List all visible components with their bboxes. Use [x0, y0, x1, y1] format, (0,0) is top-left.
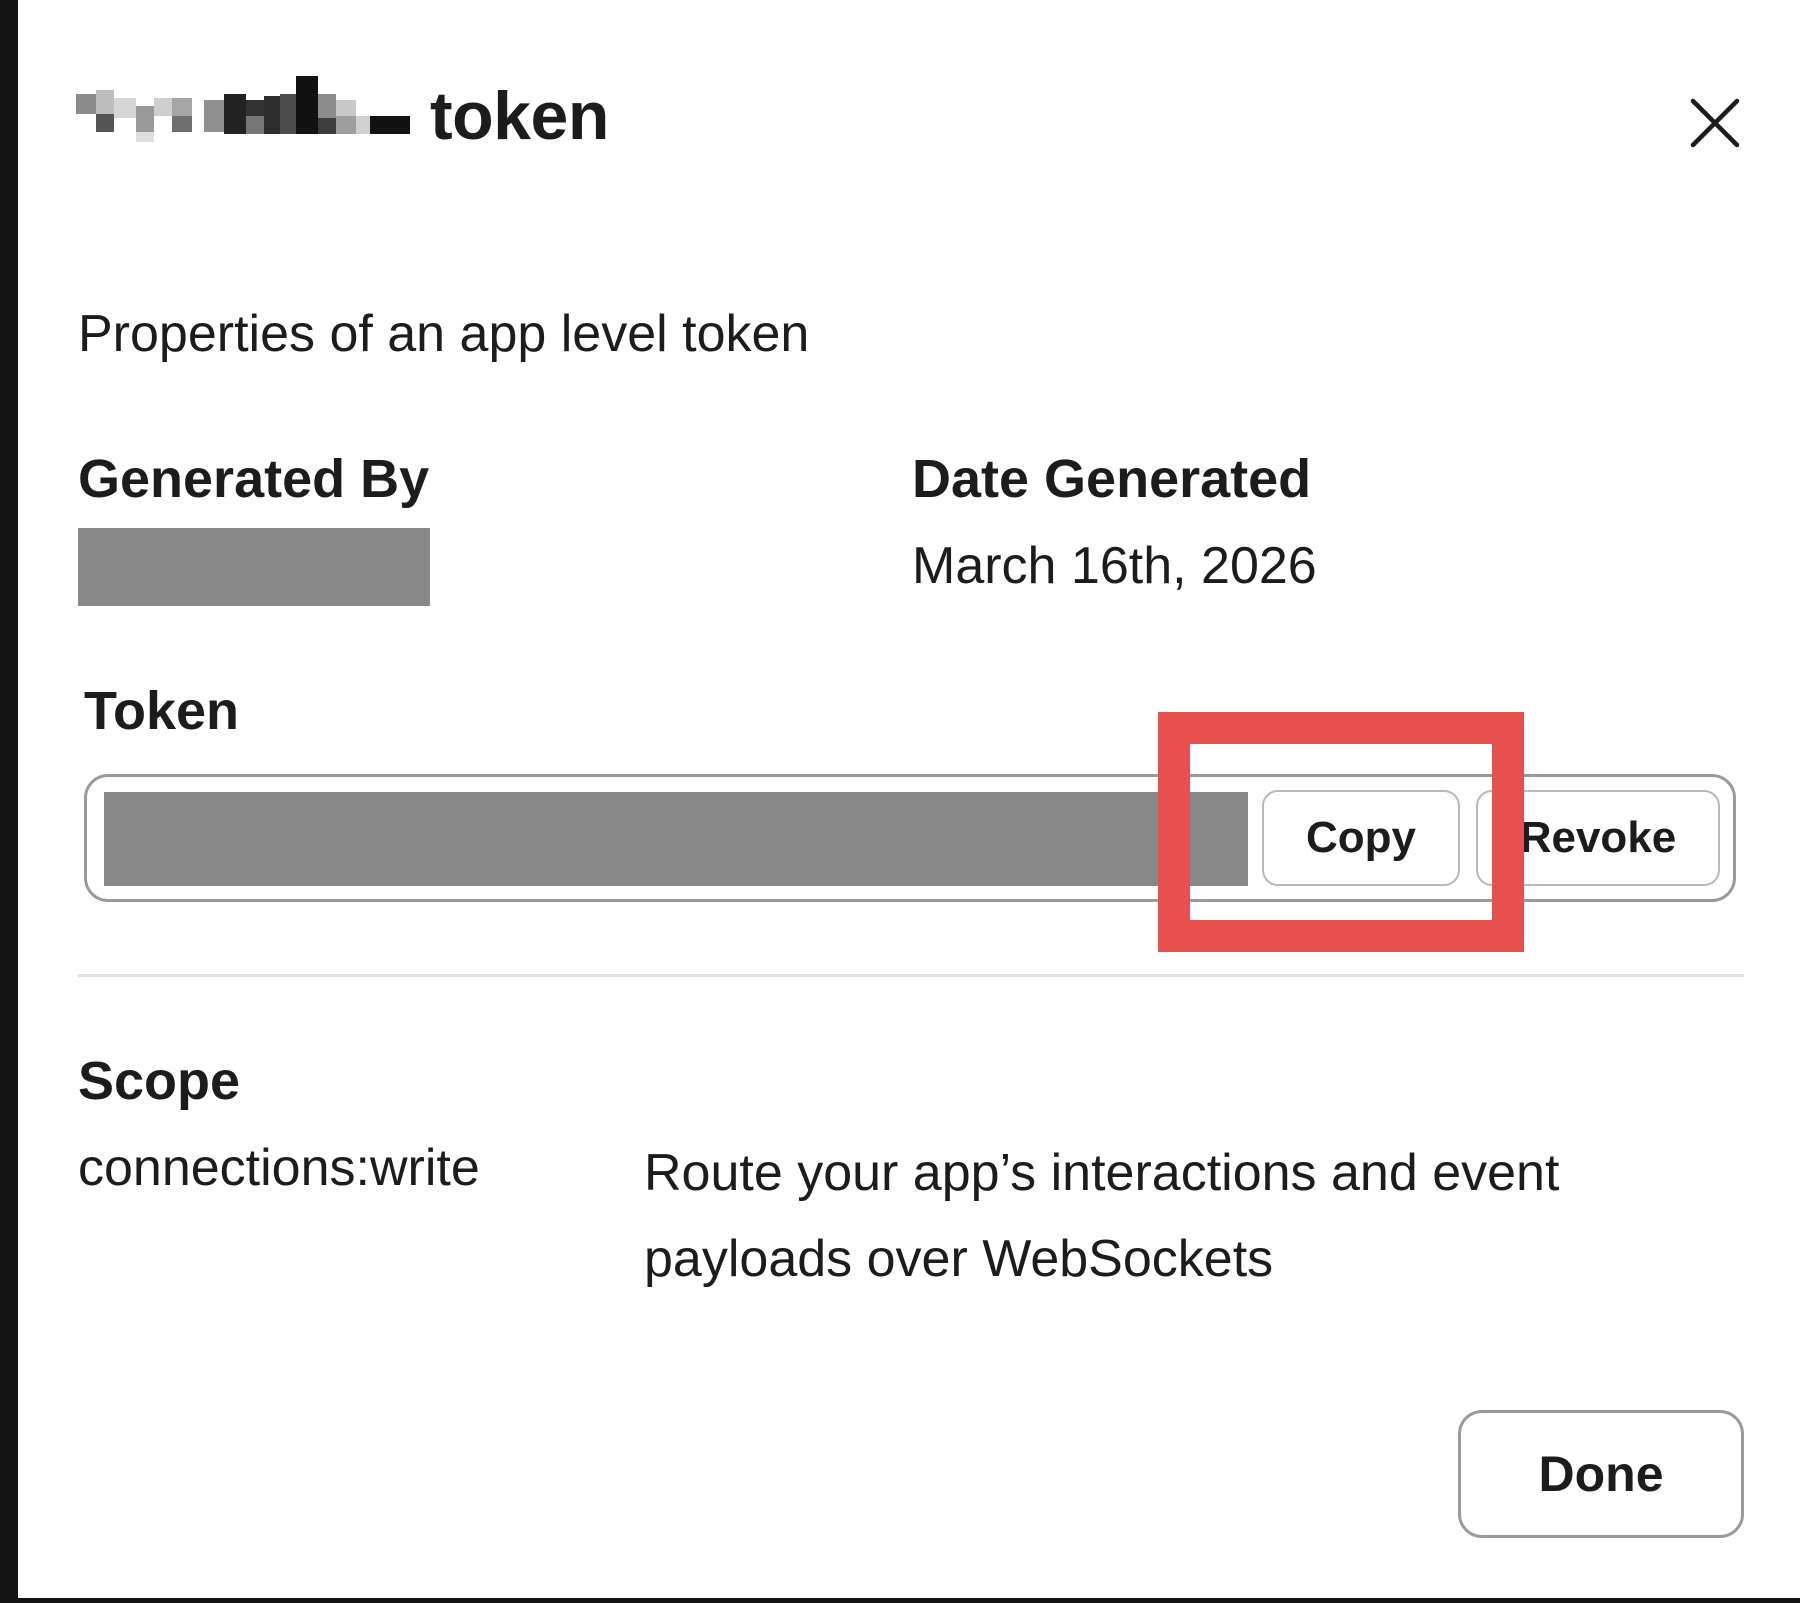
divider [78, 974, 1744, 977]
backdrop-edge [0, 0, 18, 1603]
revoke-button[interactable]: Revoke [1476, 790, 1720, 886]
date-generated-label: Date Generated [912, 449, 1312, 509]
close-icon [1690, 98, 1740, 148]
done-button[interactable]: Done [1458, 1410, 1744, 1538]
redacted-app-name [76, 76, 416, 156]
token-label: Token [84, 681, 240, 741]
generated-by-redacted-value [78, 528, 430, 606]
modal-subtitle: Properties of an app level token [78, 305, 810, 363]
scope-label: Scope [78, 1051, 241, 1111]
scope-description: Route your app’s interactions and event … [644, 1144, 1560, 1288]
date-generated-value: March 16th, 2026 [912, 537, 1317, 595]
modal-title-text: token [430, 78, 609, 154]
scope-name: connections:write [78, 1139, 480, 1197]
token-redacted-value[interactable] [104, 792, 1248, 886]
copy-button[interactable]: Copy [1262, 790, 1460, 886]
backdrop-edge-bottom [0, 1598, 1800, 1603]
generated-by-label: Generated By [78, 449, 430, 509]
close-button[interactable] [1678, 86, 1752, 160]
token-properties-modal: token Properties of an app level token G… [18, 0, 1800, 1598]
modal-title: token [76, 66, 609, 166]
